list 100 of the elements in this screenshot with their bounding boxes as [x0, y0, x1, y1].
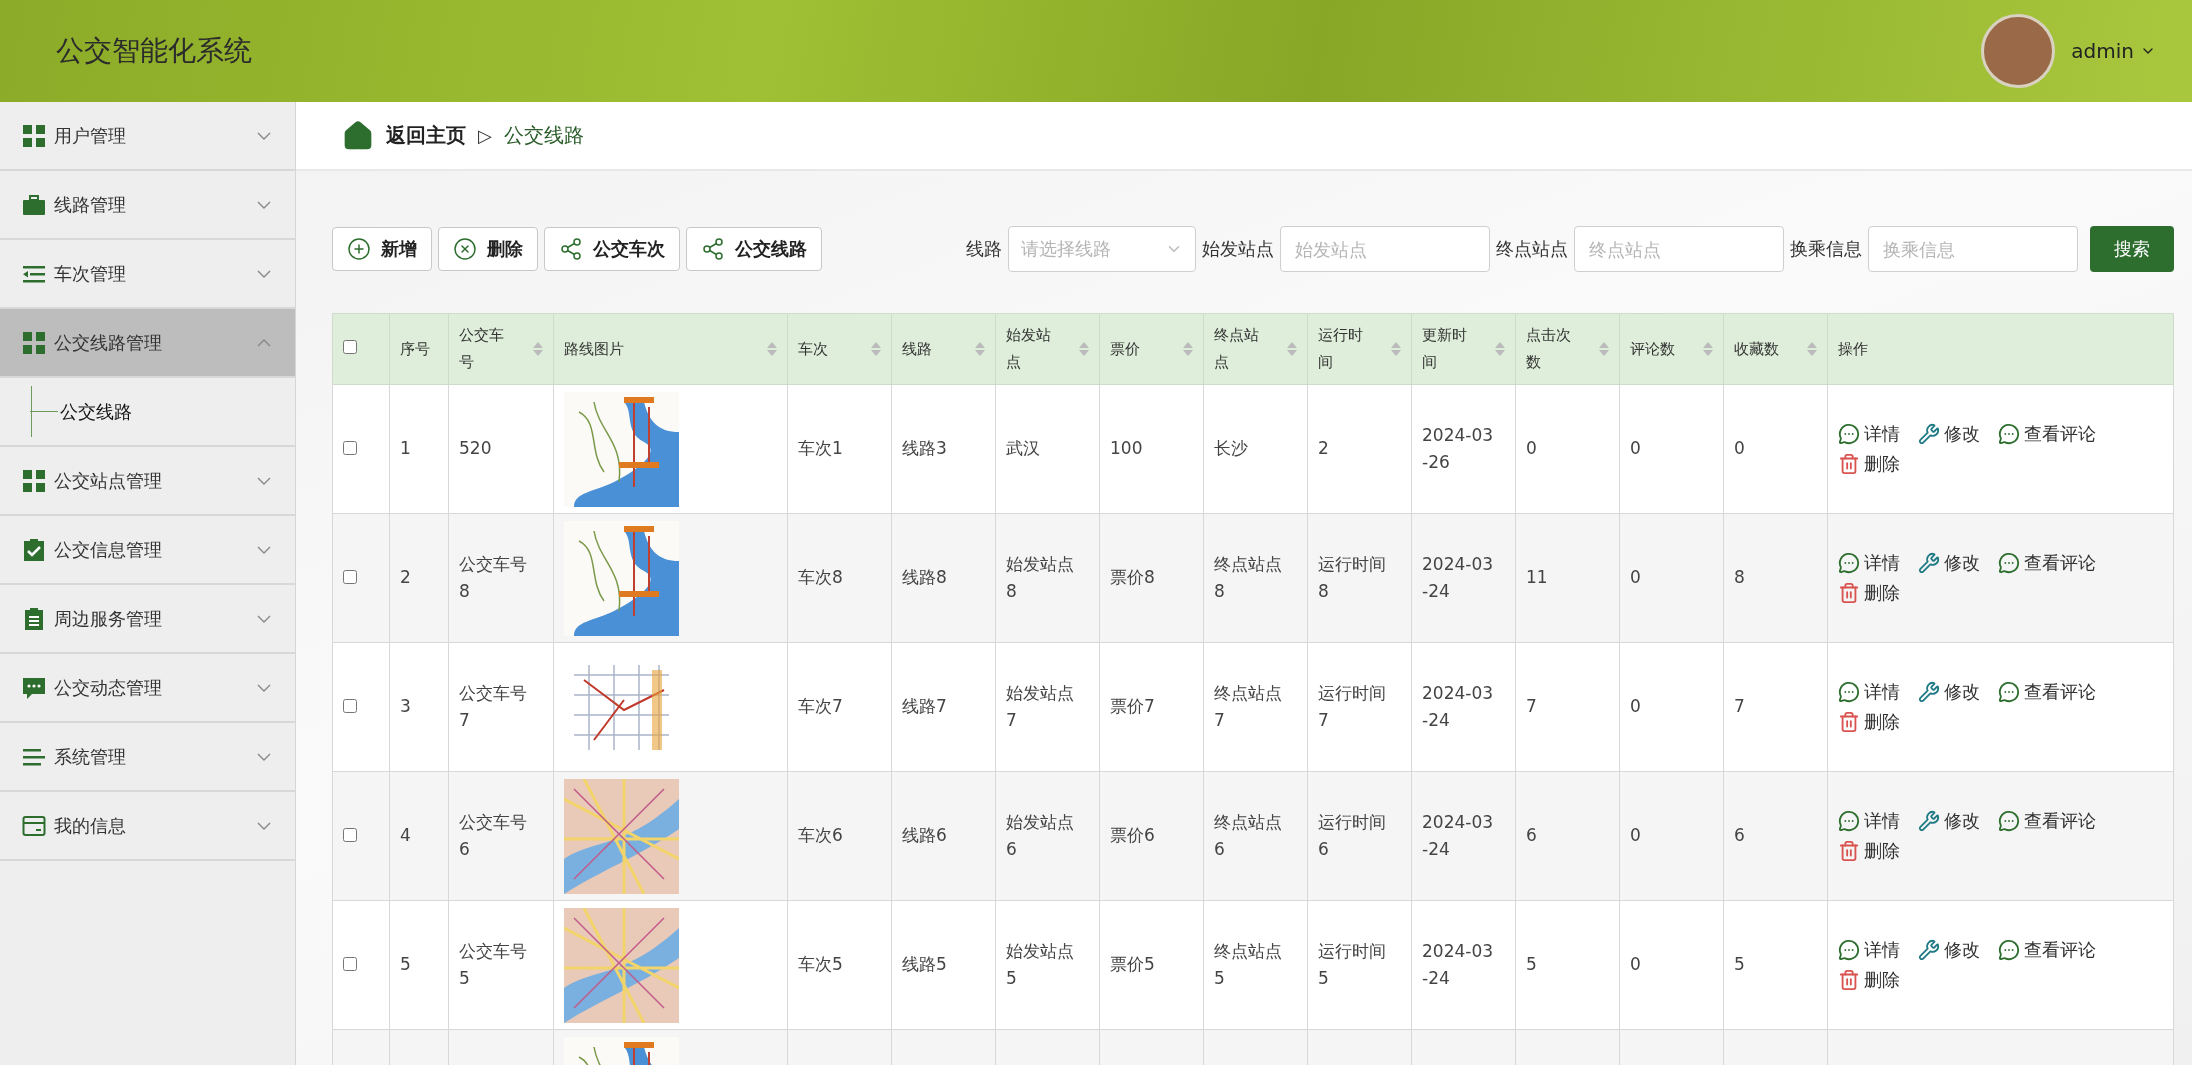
table-cell-text: 票价6 — [1110, 824, 1156, 848]
select-all-checkbox[interactable] — [343, 340, 357, 354]
action-link[interactable]: 修改 — [1918, 422, 1980, 446]
table-cell-text: 0 — [1630, 824, 1642, 848]
comment-icon — [1998, 939, 2020, 961]
action-link[interactable]: 修改 — [1918, 809, 1980, 833]
table-cell-text: 0 — [1734, 437, 1746, 461]
action-link[interactable]: 详情 — [1838, 809, 1900, 833]
action-link[interactable]: 删除 — [1838, 581, 1900, 605]
home-link[interactable]: 返回主页 — [342, 119, 466, 152]
table-cell-text: 2 — [400, 566, 412, 590]
sort-icon — [871, 342, 881, 356]
action-link[interactable]: 详情 — [1838, 938, 1900, 962]
header-cell[interactable]: 票价 — [1099, 313, 1204, 385]
sort-icon — [1183, 342, 1193, 356]
sort-icon — [533, 342, 543, 356]
header-cell[interactable]: 评论数 — [1619, 313, 1724, 385]
sort-icon — [1807, 342, 1817, 356]
action-link[interactable]: 删除 — [1838, 452, 1900, 476]
action-link[interactable]: 修改 — [1918, 938, 1980, 962]
header-cell[interactable]: 路线图片 — [553, 313, 788, 385]
header-cell[interactable]: 车次 — [787, 313, 892, 385]
wrench-icon — [1918, 552, 1940, 574]
filter-input[interactable]: 终点站点 — [1574, 226, 1784, 272]
filter-label: 终点站点 — [1496, 237, 1568, 261]
header-cell[interactable]: 公交车号 — [448, 313, 554, 385]
row-checkbox[interactable] — [343, 828, 357, 842]
chevron-icon — [257, 131, 271, 140]
comment-icon — [1998, 423, 2020, 445]
table-cell-text: 5 — [1734, 953, 1746, 977]
action-link[interactable]: 查看评论 — [1998, 680, 2096, 704]
wrench-icon — [1918, 681, 1940, 703]
menu-icon — [22, 675, 46, 700]
toolbar-button[interactable]: 删除 — [438, 227, 538, 271]
table-cell-text: 票价5 — [1110, 953, 1156, 977]
action-link[interactable]: 删除 — [1838, 968, 1900, 992]
sort-icon — [1287, 342, 1297, 356]
table-cell-text: 车次5 — [798, 953, 844, 977]
sidebar-item[interactable]: 公交线路管理 — [0, 309, 295, 378]
row-checkbox[interactable] — [343, 441, 357, 455]
chevron-icon — [257, 752, 271, 761]
table-cell-text: 2024-03-24 — [1422, 810, 1495, 861]
wrench-icon — [1918, 810, 1940, 832]
filter-input[interactable]: 换乘信息 — [1868, 226, 2078, 272]
row-checkbox[interactable] — [343, 570, 357, 584]
home-icon — [342, 119, 374, 152]
user-menu[interactable]: admin — [2071, 39, 2156, 63]
filter-input[interactable]: 始发站点 — [1280, 226, 1490, 272]
row-checkbox[interactable] — [343, 957, 357, 971]
action-link[interactable]: 修改 — [1918, 551, 1980, 575]
table-cell-text: 2 — [1318, 437, 1330, 461]
action-link[interactable]: 查看评论 — [1998, 551, 2096, 575]
chevron-icon — [257, 614, 271, 623]
header-cell[interactable]: 收藏数 — [1723, 313, 1828, 385]
action-link[interactable]: 修改 — [1918, 680, 1980, 704]
table-cell-text: 车次7 — [798, 695, 844, 719]
header-cell[interactable]: 点击次数 — [1515, 313, 1620, 385]
table-cell-text: 运行时间7 — [1318, 681, 1387, 732]
action-link[interactable]: 详情 — [1838, 551, 1900, 575]
header-cell[interactable]: 运行时间 — [1307, 313, 1412, 385]
action-link[interactable]: 详情 — [1838, 422, 1900, 446]
menu-icon — [22, 123, 46, 148]
sort-icon — [1391, 342, 1401, 356]
action-link[interactable]: 查看评论 — [1998, 809, 2096, 833]
wrench-icon — [1918, 423, 1940, 445]
menu-icon — [22, 468, 46, 493]
chevron-icon — [257, 821, 271, 830]
table-cell-text: 公交车号6 — [459, 810, 528, 861]
toolbar-button[interactable]: 公交线路 — [686, 227, 822, 271]
action-link[interactable]: 查看评论 — [1998, 938, 2096, 962]
toolbar-button[interactable]: 公交车次 — [544, 227, 680, 271]
sidebar-subitem[interactable]: 公交线路 — [30, 399, 132, 424]
header-cell[interactable]: 线路 — [891, 313, 996, 385]
table-cell-text: 520 — [459, 437, 493, 461]
share-icon — [701, 237, 725, 261]
comment-icon — [1838, 552, 1860, 574]
header-cell[interactable]: 终点站点 — [1203, 313, 1308, 385]
action-link[interactable]: 删除 — [1838, 839, 1900, 863]
row-checkbox[interactable] — [343, 699, 357, 713]
header-cell: 序号 — [389, 313, 449, 385]
table-cell-text: 5 — [400, 953, 412, 977]
table-cell-text: 2024-03-24 — [1422, 681, 1495, 732]
table-cell-text: 终点站点8 — [1214, 552, 1283, 603]
table-cell-text: 线路5 — [902, 953, 948, 977]
action-link[interactable]: 详情 — [1838, 680, 1900, 704]
action-link[interactable]: 删除 — [1838, 710, 1900, 734]
trash-icon — [1838, 711, 1860, 733]
table-cell-text: 线路8 — [902, 566, 948, 590]
header-cell[interactable]: 始发站点 — [995, 313, 1100, 385]
table-cell-text: 7 — [1526, 695, 1538, 719]
toolbar-button[interactable]: 新增 — [332, 227, 432, 271]
table-cell-text: 运行时间8 — [1318, 552, 1387, 603]
chevron-icon — [257, 683, 271, 692]
app-title: 公交智能化系统 — [56, 33, 252, 69]
action-link[interactable]: 查看评论 — [1998, 422, 2096, 446]
search-button[interactable]: 搜索 — [2090, 226, 2174, 272]
table-cell-text: 6 — [1526, 824, 1538, 848]
table-cell-text: 2024-03-24 — [1422, 552, 1495, 603]
table-cell-text: 票价8 — [1110, 566, 1156, 590]
header-cell[interactable]: 更新时间 — [1411, 313, 1516, 385]
